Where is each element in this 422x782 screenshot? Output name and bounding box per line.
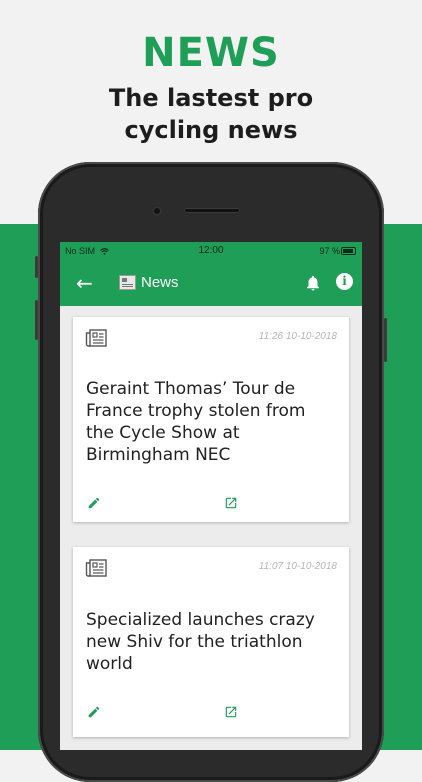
power-button <box>384 318 387 362</box>
pencil-icon[interactable] <box>87 705 101 719</box>
article-timestamp: 11:26 10-10-2018 <box>258 331 337 342</box>
article-timestamp: 11:07 10-10-2018 <box>258 561 337 572</box>
news-card[interactable]: 11:26 10-10-2018 Geraint Thomas’ Tour de… <box>73 317 349 522</box>
back-arrow-icon[interactable]: ← <box>76 271 93 295</box>
front-camera <box>152 206 162 216</box>
battery-icon <box>341 247 356 255</box>
promo-subtitle-line-1: The lastest pro <box>108 84 314 112</box>
news-card[interactable]: 11:07 10-10-2018 Specialized launches cr… <box>73 547 349 737</box>
article-headline[interactable]: Specialized launches crazy new Shiv for … <box>86 609 336 675</box>
volume-up-button <box>35 300 38 340</box>
article-headline[interactable]: Geraint Thomas’ Tour de France trophy st… <box>86 378 336 466</box>
promo-title: NEWS <box>142 30 280 76</box>
promo-subtitle: The lastest pro cycling news <box>0 82 422 146</box>
newspaper-icon <box>85 559 107 577</box>
app-bar-title: News <box>141 274 179 291</box>
open-external-icon[interactable] <box>224 496 238 510</box>
status-time: 12:00 <box>198 245 224 256</box>
app-screen: No SIM 12:00 97 % ← News i 11:26 10-10-2… <box>60 242 362 750</box>
newspaper-icon <box>85 329 107 347</box>
pencil-icon[interactable] <box>87 496 101 510</box>
mute-switch <box>35 256 38 278</box>
info-icon[interactable]: i <box>336 273 353 290</box>
app-bar: ← News i <box>60 262 362 306</box>
earpiece-speaker <box>184 208 240 213</box>
bell-icon[interactable] <box>304 274 322 292</box>
battery-percent: 97 % <box>319 246 340 256</box>
status-bar: No SIM 12:00 97 % <box>60 242 362 262</box>
promo-subtitle-line-2: cycling news <box>124 116 298 144</box>
newspaper-emoji-icon <box>119 275 136 290</box>
open-external-icon[interactable] <box>224 705 238 719</box>
